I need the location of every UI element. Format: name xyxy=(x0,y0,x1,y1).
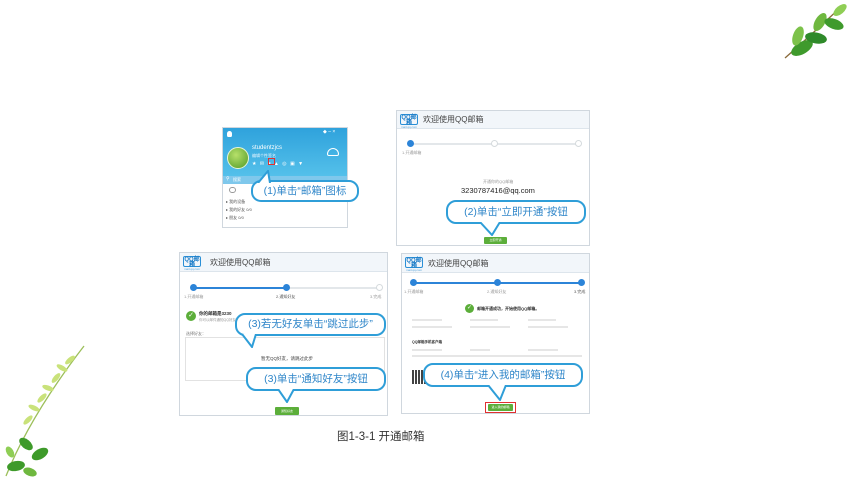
qq-mail-logo: QQ邮箱 mail.qq.com xyxy=(405,257,423,272)
progress-step-3-dot xyxy=(376,284,383,291)
qq-penguin-icon xyxy=(227,131,232,137)
progress-step-1-dot xyxy=(407,140,414,147)
search-icon: ⚲ xyxy=(226,176,230,182)
progress-step-2-label: 2.通知好友 xyxy=(276,294,296,299)
callout-1: (1)单击“邮箱”图标 xyxy=(251,180,359,202)
section-heading: QQ邮箱手机客户端 xyxy=(412,340,442,344)
avatar[interactable] xyxy=(227,147,249,169)
callout-4: (4)单击“进入我的邮箱”按钮 xyxy=(423,363,583,387)
feature-line xyxy=(412,355,582,357)
weather-icon xyxy=(327,148,339,156)
progress-step-3-label: 3.完成 xyxy=(574,289,586,294)
qq-mail-logo: QQ邮箱 mail.qq.com xyxy=(183,256,201,271)
callout-4-pointer xyxy=(487,385,507,401)
callout-3a: (3)若无好友单击“跳过此步” xyxy=(235,313,386,336)
feature-line xyxy=(528,319,556,321)
feature-line xyxy=(412,326,452,328)
open-now-button[interactable]: 立即开通 xyxy=(484,237,507,244)
callout-3b: (3)单击“通知好友”按钮 xyxy=(246,367,386,391)
email-address: 3230787416@qq.com xyxy=(461,186,535,195)
notify-friends-button[interactable]: 通知好友 xyxy=(275,407,299,415)
feature-line xyxy=(528,326,568,328)
callout-4-text: (4)单击“进入我的邮箱”按钮 xyxy=(440,369,566,381)
progress-step-1-label: 1.开通邮箱 xyxy=(402,150,422,155)
callout-3a-pointer xyxy=(241,334,257,348)
feature-line xyxy=(470,326,510,328)
callout-2-pointer xyxy=(479,222,501,236)
callout-3a-text: (3)若无好友单击“跳过此步” xyxy=(248,318,373,330)
progress-fill xyxy=(192,287,286,289)
mail-header-title: 欢迎使用QQ邮箱 xyxy=(210,258,271,267)
callout-3b-pointer xyxy=(277,389,295,403)
feature-line xyxy=(528,349,558,351)
success-text: 邮箱开通成功，开始使用QQ邮箱。 xyxy=(477,306,540,311)
feature-line xyxy=(412,319,442,321)
mail-header: QQ邮箱 mail.qq.com 欢迎使用QQ邮箱 xyxy=(397,111,589,129)
callout-3b-text: (3)单击“通知好友”按钮 xyxy=(264,373,368,385)
feature-line xyxy=(470,319,498,321)
callout-1-pointer xyxy=(257,170,271,183)
mail-header: QQ邮箱 mail.qq.com 欢迎使用QQ邮箱 xyxy=(180,253,387,272)
qq-toolbar-icons[interactable]: ★ ✉ ■ ▲ ◎ ▣ ▼ xyxy=(252,161,304,167)
qq-group-list: ▸ 我的设备 ▸ 我的好友 0/0 ▸ 朋友 0/0 xyxy=(226,198,252,222)
progress-step-2-dot xyxy=(491,140,498,147)
progress-step-2-dot xyxy=(494,279,501,286)
qq-username: studentzjcs xyxy=(252,145,283,151)
mail-header-title: 欢迎使用QQ邮箱 xyxy=(423,115,484,124)
figure-caption: 图1-3-1 开通邮箱 xyxy=(337,431,425,443)
mailbox-label: 你的邮箱是3230 xyxy=(199,311,232,316)
progress-step-1-label: 1.开通邮箱 xyxy=(184,294,204,299)
callout-2-text: (2)单击“立即开通”按钮 xyxy=(464,206,568,218)
success-check-icon: ✓ xyxy=(186,311,196,321)
progress-step-2-label: 2.通知好友 xyxy=(487,289,507,294)
qq-mail-logo: QQ邮箱 mail.qq.com xyxy=(400,114,418,129)
progress-step-3-dot xyxy=(578,279,585,286)
chat-icon[interactable] xyxy=(229,187,236,193)
group-item[interactable]: ▸ 我的好友 0/0 xyxy=(226,206,252,214)
success-check-icon: ✓ xyxy=(465,304,474,313)
enter-mailbox-button[interactable]: 进入我的邮箱 xyxy=(488,404,513,411)
leaf-decoration-bottom-left xyxy=(5,345,85,477)
group-item[interactable]: ▸ 朋友 0/0 xyxy=(226,214,252,222)
mail-icon-highlight[interactable] xyxy=(268,158,275,165)
progress-step-1-label: 1.开通邮箱 xyxy=(404,289,424,294)
progress-step-3-dot xyxy=(575,140,582,147)
search-placeholder: 搜索 xyxy=(233,177,241,182)
mail-header-title: 欢迎使用QQ邮箱 xyxy=(428,259,489,268)
qq-client-window: ◆ – × studentzjcs 编辑个性签名 ★ ✉ ■ ▲ ◎ ▣ ▼ ⚲… xyxy=(222,127,348,228)
feature-line xyxy=(470,349,490,351)
progress-step-2-dot xyxy=(283,284,290,291)
open-mailbox-label: 开通你的QQ邮箱 xyxy=(483,179,514,184)
group-item[interactable]: ▸ 我的设备 xyxy=(226,198,252,206)
feature-line xyxy=(412,349,442,351)
mail-header: QQ邮箱 mail.qq.com 欢迎使用QQ邮箱 xyxy=(402,254,589,273)
leaf-decoration-top-right xyxy=(784,4,847,59)
no-friends-text: 暂无QQ好友，请跳过此步 xyxy=(261,356,313,361)
progress-step-1-dot xyxy=(410,279,417,286)
window-controls[interactable]: ◆ – × xyxy=(323,129,335,135)
progress-step-1-dot xyxy=(190,284,197,291)
progress-step-3-label: 3.完成 xyxy=(370,294,382,299)
callout-1-text: (1)单击“邮箱”图标 xyxy=(263,185,347,197)
callout-2: (2)单击“立即开通”按钮 xyxy=(446,200,586,224)
